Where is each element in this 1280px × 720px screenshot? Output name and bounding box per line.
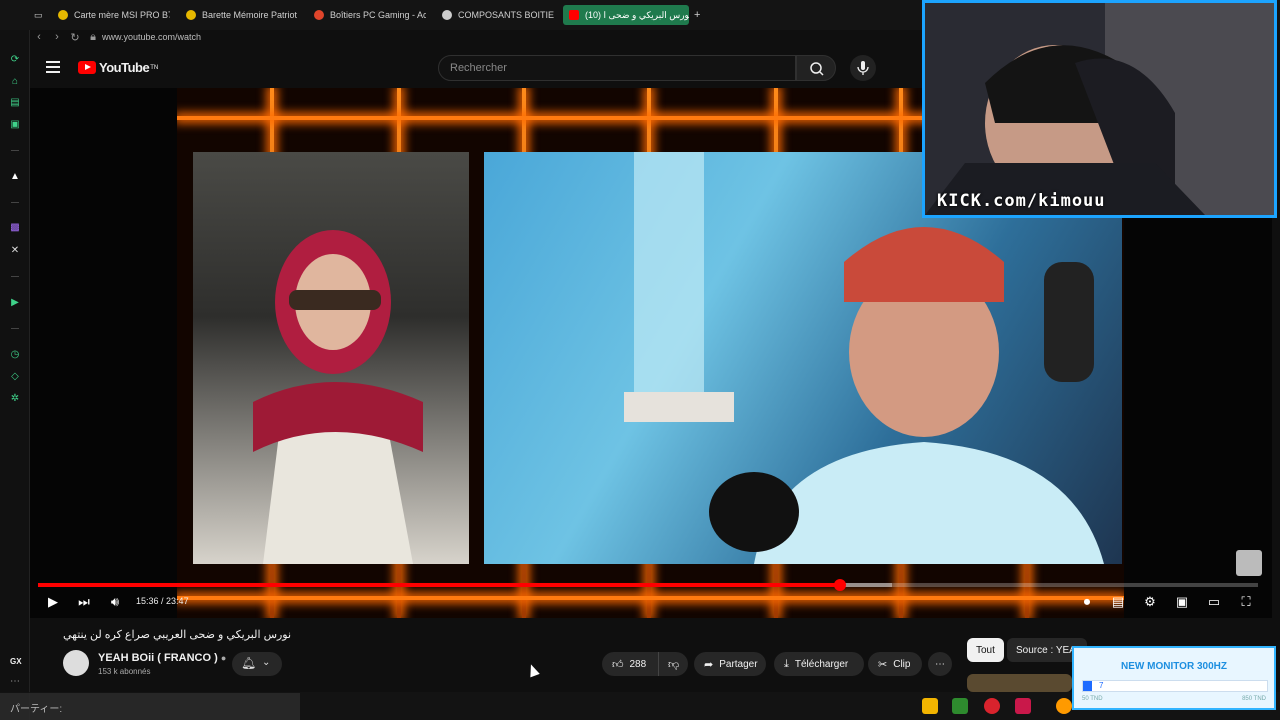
play-icon[interactable]: ▶ <box>45 594 61 610</box>
related-thumbnail[interactable] <box>967 674 1072 692</box>
bag-icon[interactable]: ⌂ <box>9 76 21 88</box>
volume-icon[interactable]: 🔊︎ <box>107 594 123 610</box>
fullscreen-icon[interactable]: ⛶ <box>1238 594 1254 610</box>
tab-4[interactable]: COMPOSANTS BOITIER <box>442 5 554 25</box>
share-button[interactable]: ➦ Partager <box>694 652 766 676</box>
gx-label[interactable]: GX <box>10 657 22 666</box>
tray-red-icon[interactable] <box>984 698 1000 714</box>
autoplay-toggle-icon[interactable]: ⏺︎ <box>1076 594 1098 610</box>
goal-max: 850 TND <box>1242 696 1266 702</box>
channel-name[interactable]: YEAH BOii ( FRANCO ) ● <box>98 652 226 664</box>
address-bar: ‹ › ↻ 🔒︎ www.youtube.com/watch <box>30 28 920 46</box>
mouse-cursor <box>526 662 540 678</box>
youtube-logo[interactable]: YouTube TN <box>78 60 158 75</box>
aria-icon[interactable]: ▲ <box>9 171 21 183</box>
lock-icon: 🔒︎ <box>90 30 96 43</box>
search-button[interactable] <box>796 55 836 81</box>
webcam-overlay: KICK.com/kimouu <box>922 0 1277 218</box>
new-tab-button[interactable]: + <box>694 5 706 25</box>
nvidia-icon[interactable] <box>952 698 968 714</box>
time-display: 15:36 / 23:47 <box>136 596 189 606</box>
twitch-icon[interactable]: ▩ <box>9 222 21 234</box>
progress-played <box>38 583 841 587</box>
refresh-icon[interactable]: ⟳ <box>9 54 21 66</box>
history-icon[interactable]: ◷ <box>9 349 21 361</box>
channel-avatar[interactable] <box>63 650 89 676</box>
reload-icon[interactable]: ↻ <box>66 31 84 44</box>
x-twitter-icon[interactable]: ✕ <box>9 245 21 257</box>
subtitles-icon[interactable]: ▤ <box>1110 594 1126 610</box>
more-icon[interactable]: ⋯ <box>9 676 21 688</box>
tab-favicon-icon <box>314 10 324 20</box>
tab-3[interactable]: Boîtiers PC Gaming - Ach <box>314 5 426 25</box>
miniplayer-icon[interactable]: ▣ <box>1174 594 1190 610</box>
next-icon[interactable]: ⏭︎ <box>76 594 92 610</box>
theater-mode-icon[interactable]: ▭ <box>1206 594 1222 610</box>
back-icon[interactable]: ‹ <box>30 31 48 43</box>
dislike-button[interactable]: 👎︎ <box>658 652 688 676</box>
settings-gear-icon[interactable]: ⚙︎ <box>1142 594 1158 610</box>
tab-1[interactable]: Carte mère MSI PRO B76 <box>58 5 170 25</box>
card-icon[interactable]: ▤ <box>9 97 21 109</box>
youtube-header: YouTube TN Rechercher <box>30 48 922 88</box>
extensions-icon[interactable]: ◇ <box>9 371 21 383</box>
tray-app-icon[interactable] <box>922 698 938 714</box>
more-actions-button[interactable]: ⋯ <box>928 652 952 676</box>
search-icon <box>810 62 824 76</box>
messenger-icon[interactable]: ▣ <box>9 119 21 131</box>
video-title: نورس البريكي و ضحى العريبي صراع كره لن ي… <box>63 629 292 641</box>
player-controls: ▶ ⏭︎ 🔊︎ 15:36 / 23:47 ⏺︎ ▤ ⚙︎ ▣ ▭ ⛶ <box>30 590 1272 614</box>
tab-favicon-icon <box>58 10 68 20</box>
voice-search-button[interactable] <box>850 55 876 81</box>
youtube-favicon-icon <box>569 10 579 20</box>
goal-progress-fill <box>1083 681 1093 691</box>
tab-2[interactable]: Barette Mémoire Patriot <box>186 5 298 25</box>
subscriber-count: 153 k abonnés <box>98 667 151 676</box>
donation-goal-overlay: NEW MONITOR 300HZ 7 50 TND 850 TND <box>1072 646 1276 710</box>
download-icon: ⤓ <box>784 657 789 670</box>
chip-all[interactable]: Tout <box>967 638 1004 662</box>
goal-value: 7 <box>1099 681 1104 690</box>
tab-5-active[interactable]: (10) نورس البريكي و ضحى ا <box>563 5 689 25</box>
tray-orange-icon[interactable] <box>1056 698 1072 714</box>
goal-min: 50 TND <box>1082 696 1103 702</box>
forward-icon[interactable]: › <box>48 31 66 43</box>
tab-overview-icon[interactable]: ▭ <box>34 5 50 25</box>
goal-title: NEW MONITOR 300HZ <box>1121 661 1227 672</box>
search-input[interactable]: Rechercher <box>438 55 796 81</box>
tab-favicon-icon <box>186 10 196 20</box>
chevron-down-icon: ⌄ <box>262 657 271 668</box>
tab-favicon-icon <box>442 10 452 20</box>
download-button[interactable]: ⤓ Télécharger <box>774 652 864 676</box>
verified-icon: ● <box>220 653 227 663</box>
microphone-icon <box>857 61 869 75</box>
youtube-play-icon <box>78 61 96 74</box>
party-label: パーティー: <box>10 704 63 715</box>
scissors-icon: ✂︎ <box>878 658 888 671</box>
goal-progress-bar: 7 <box>1082 680 1268 692</box>
bell-icon: 🔔︎ <box>241 656 257 670</box>
channel-watermark[interactable] <box>1236 550 1262 576</box>
like-button[interactable]: 👍︎ 288 <box>602 652 658 676</box>
browser-sidebar: ◯ ⟳ ⌂ ▤ ▣ ▲ ▩ ✕ ▶ ◷ ◇ ✲ GX ⋯ <box>0 0 30 720</box>
settings-icon[interactable]: ✲ <box>9 393 21 405</box>
url-field[interactable]: www.youtube.com/watch <box>102 32 201 42</box>
notification-button[interactable]: 🔔︎ ⌄ <box>232 652 282 676</box>
kick-channel-text: KICK.com/kimouu <box>937 191 1106 211</box>
progress-bar[interactable] <box>38 579 1258 591</box>
thumbs-up-icon: 👍︎ <box>612 658 624 671</box>
thumbs-down-icon: 👎︎ <box>668 658 680 671</box>
share-icon: ➦ <box>704 658 714 671</box>
clip-button[interactable]: ✂︎ Clip <box>868 652 922 676</box>
video-left-panel <box>193 152 469 564</box>
tray-app2-icon[interactable] <box>1015 698 1031 714</box>
player-icon[interactable]: ▶ <box>9 297 21 309</box>
menu-icon[interactable] <box>46 61 60 73</box>
